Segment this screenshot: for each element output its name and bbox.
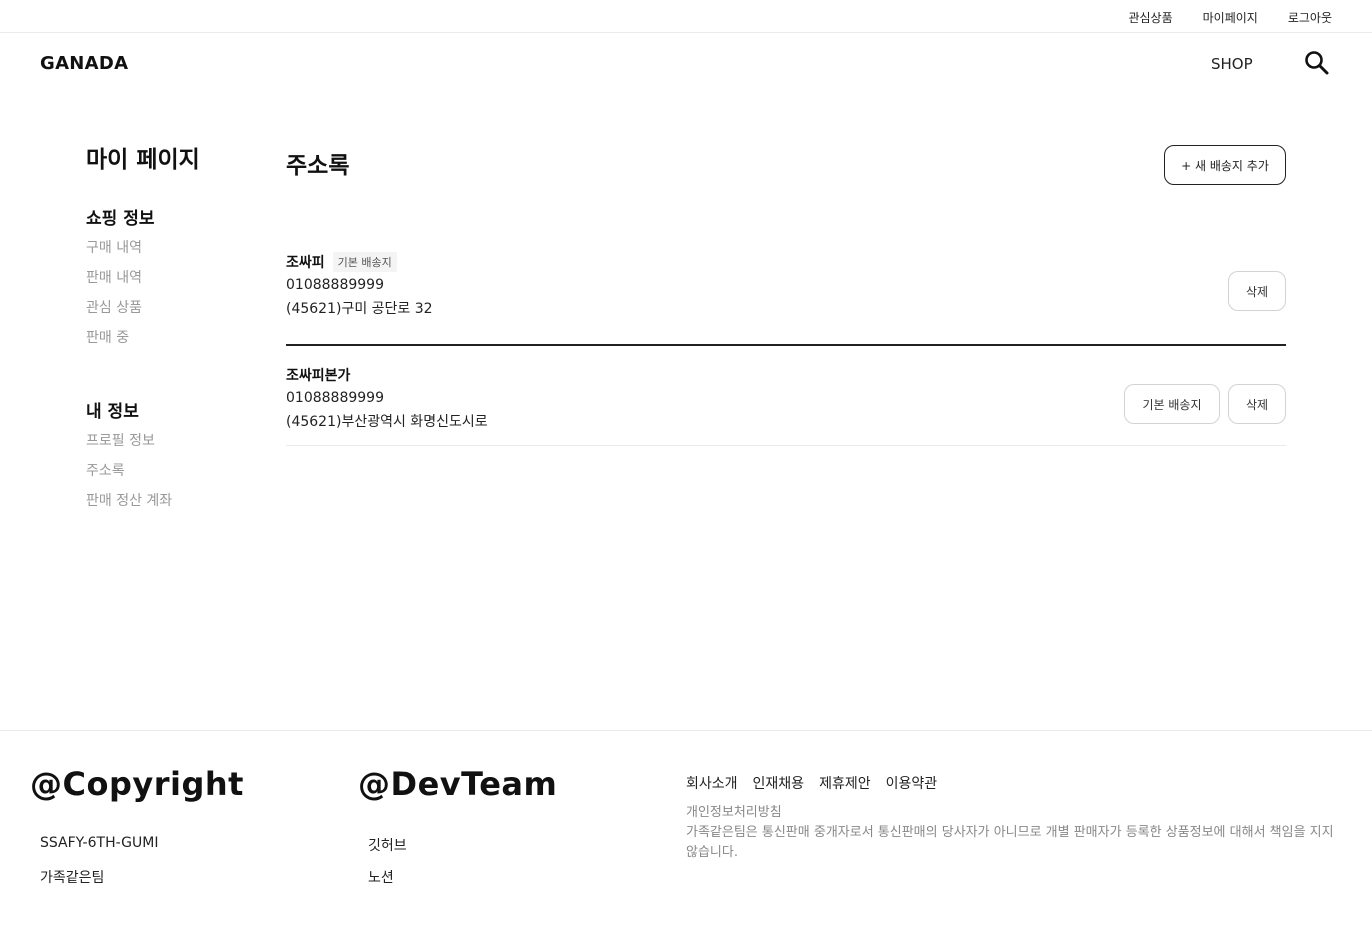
notion-link[interactable]: 노션 xyxy=(368,867,407,886)
add-address-button[interactable]: + 새 배송지 추가 xyxy=(1164,145,1286,185)
footer-disclaimer: 가족같은팀은 통신판매 중개자로서 통신판매의 당사자가 아니므로 개별 판매자… xyxy=(686,825,1334,860)
address-item: 조싸피본가 01088889999 (45621)부산광역시 화명신도시로 기본… xyxy=(286,365,1286,446)
footer-nav: 회사소개 인재채용 제휴제안 이용약관 xyxy=(686,773,1346,793)
sidebar-item-sales-history[interactable]: 판매 내역 xyxy=(86,267,256,297)
footer-copyright: @Copyright SSAFY-6TH-GUMI 가족같은팀 xyxy=(30,765,244,886)
my-info-group: 내 정보 프로필 정보 주소록 판매 정산 계좌 xyxy=(86,397,256,520)
address-name: 조싸피 xyxy=(286,255,325,271)
copyright-items: SSAFY-6TH-GUMI 가족같은팀 xyxy=(40,835,159,886)
sidebar-item-wishlist[interactable]: 관심 상품 xyxy=(86,297,256,327)
privacy-policy-link[interactable]: 개인정보처리방침 xyxy=(686,803,1346,823)
sidebar-title: 마이 페이지 xyxy=(86,147,200,173)
devteam-items: 깃허브 노션 xyxy=(368,835,407,886)
address-name-line: 조싸피 기본 배송지 xyxy=(286,252,1286,272)
set-default-button[interactable]: 기본 배송지 xyxy=(1124,384,1220,424)
footer-devteam: @DevTeam 깃허브 노션 xyxy=(358,765,558,886)
footer-link-about[interactable]: 회사소개 xyxy=(686,773,738,793)
top-links: 관심상품 마이페이지 로그아웃 xyxy=(1128,9,1332,26)
address-name: 조싸피본가 xyxy=(286,368,351,384)
footer-item-team: 가족같은팀 xyxy=(40,870,105,886)
search-icon[interactable] xyxy=(1303,49,1331,77)
shopping-info-group: 쇼핑 정보 구매 내역 판매 내역 관심 상품 판매 중 xyxy=(86,204,256,357)
delete-button[interactable]: 삭제 xyxy=(1228,271,1286,311)
page-title: 주소록 xyxy=(286,153,350,179)
default-badge: 기본 배송지 xyxy=(332,252,397,272)
address-name-line: 조싸피본가 xyxy=(286,365,1286,385)
sidebar-item-settlement-account[interactable]: 판매 정산 계좌 xyxy=(86,490,256,520)
footer-item-ssafy: SSAFY-6TH-GUMI xyxy=(40,835,159,851)
sidebar-item-profile[interactable]: 프로필 정보 xyxy=(86,430,256,460)
github-link[interactable]: 깃허브 xyxy=(368,835,407,854)
top-utility-bar: 관심상품 마이페이지 로그아웃 xyxy=(0,0,1372,33)
footer: @Copyright SSAFY-6TH-GUMI 가족같은팀 @DevTeam… xyxy=(0,730,1372,930)
copyright-title: @Copyright xyxy=(30,765,244,803)
mypage-link[interactable]: 마이페이지 xyxy=(1203,9,1258,26)
group-title-my-info: 내 정보 xyxy=(86,402,139,422)
devteam-title: @DevTeam xyxy=(358,765,558,803)
logout-link[interactable]: 로그아웃 xyxy=(1288,9,1332,26)
wishlist-link[interactable]: 관심상품 xyxy=(1128,9,1172,26)
mypage-sidebar: 마이 페이지 쇼핑 정보 구매 내역 판매 내역 관심 상품 판매 중 내 정보… xyxy=(86,140,256,560)
address-phone: 01088889999 xyxy=(286,277,384,293)
address-item: 조싸피 기본 배송지 01088889999 (45621)구미 공단로 32 … xyxy=(286,252,1286,346)
main-header: GANADA SHOP xyxy=(0,33,1372,95)
group-title-shopping: 쇼핑 정보 xyxy=(86,209,155,229)
footer-info: 회사소개 인재채용 제휴제안 이용약관 개인정보처리방침 가족같은팀은 통신판매… xyxy=(686,773,1346,863)
sidebar-item-address-book[interactable]: 주소록 xyxy=(86,460,256,490)
sidebar-item-on-sale[interactable]: 판매 중 xyxy=(86,327,256,357)
footer-link-terms[interactable]: 이용약관 xyxy=(886,773,938,793)
footer-link-partnership[interactable]: 제휴제안 xyxy=(819,773,871,793)
address-text: (45621)구미 공단로 32 xyxy=(286,301,433,317)
delete-button[interactable]: 삭제 xyxy=(1228,384,1286,424)
shop-link[interactable]: SHOP xyxy=(1211,55,1253,73)
logo[interactable]: GANADA xyxy=(40,53,128,74)
footer-link-careers[interactable]: 인재채용 xyxy=(753,773,805,793)
sidebar-item-purchase-history[interactable]: 구매 내역 xyxy=(86,237,256,267)
